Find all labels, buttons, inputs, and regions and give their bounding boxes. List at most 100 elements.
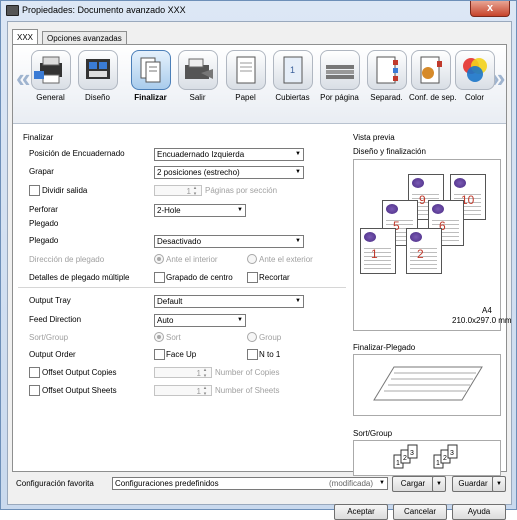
nav-papel[interactable]: Papel xyxy=(224,50,267,102)
window-title: Propiedades: Documento avanzado XXX xyxy=(22,5,186,15)
radio-ante-interior[interactable] xyxy=(154,254,164,264)
nav-cubiertas[interactable]: 1 Cubiertas xyxy=(271,50,314,102)
svg-text:3: 3 xyxy=(450,450,454,457)
section-plegado: Plegado xyxy=(29,219,59,228)
grapado-centro-checkbox[interactable] xyxy=(154,272,165,283)
label-offset-copies: Offset Output Copies xyxy=(42,368,117,377)
close-button[interactable]: x xyxy=(470,1,510,17)
favorite-modified-label: (modificada) xyxy=(328,479,373,488)
nav-cubiertas-label: Cubiertas xyxy=(275,93,310,102)
label-plegado: Plegado xyxy=(29,236,59,245)
posicion-select[interactable]: Encuadernado Izquierda xyxy=(154,148,304,161)
feed-direction-select[interactable]: Auto xyxy=(154,314,246,327)
nav-separad[interactable]: Separad. xyxy=(365,50,408,102)
save-button[interactable]: Guardar xyxy=(452,476,494,492)
load-dropdown-arrow[interactable]: ▼ xyxy=(432,476,446,492)
sort-preview: 1 2 3 1 2 3 xyxy=(353,440,501,476)
label-posicion: Posición de Encuadernado xyxy=(29,149,125,158)
output-tray-select[interactable]: Default xyxy=(154,295,304,308)
label-offset-sheets: Offset Output Sheets xyxy=(42,386,117,395)
separator-settings-icon xyxy=(410,50,451,90)
printer-properties-window: Propiedades: Documento avanzado XXX x XX… xyxy=(0,0,517,520)
help-button[interactable]: Ayuda xyxy=(452,504,506,520)
preview-page: 2 xyxy=(406,228,442,274)
layout-preview: 9 10 5 6 1 2 A4 210.0x297.0 mm xyxy=(353,159,512,331)
label-output-tray: Output Tray xyxy=(29,296,71,305)
label-recortar: Recortar xyxy=(259,273,290,282)
label-number-of-sheets: Number of Sheets xyxy=(215,386,280,395)
svg-text:3: 3 xyxy=(410,450,414,457)
label-number-of-copies: Number of Copies xyxy=(215,368,280,377)
nav-general[interactable]: General xyxy=(29,50,72,102)
svg-text:1: 1 xyxy=(436,460,440,467)
svg-text:2: 2 xyxy=(403,455,407,462)
nav-color-label: Color xyxy=(464,93,485,102)
nav-papel-label: Papel xyxy=(235,93,256,102)
tab-panel: « » General Diseño Finalizar Salir Papel… xyxy=(12,44,512,476)
radio-sort[interactable] xyxy=(154,332,164,342)
label-configuracion-favorita: Configuración favorita xyxy=(16,479,94,488)
grapar-select[interactable]: 2 posiciones (estrecho) xyxy=(154,166,304,179)
face-up-checkbox[interactable] xyxy=(154,349,165,360)
label-grapado-centro: Grapado de centro xyxy=(166,273,233,282)
offset-copies-checkbox[interactable] xyxy=(29,367,40,378)
finishing-settings: Finalizar Posición de Encuadernado Encua… xyxy=(18,129,346,465)
label-paginas-seccion: Páginas por sección xyxy=(205,186,278,195)
load-button[interactable]: Cargar xyxy=(392,476,434,492)
label-sort-group-preview: Sort/Group xyxy=(353,429,393,438)
section-finalizar: Finalizar xyxy=(23,133,54,142)
title-bar: Propiedades: Documento avanzado XXX x xyxy=(1,1,516,19)
favorite-config-select[interactable]: Configuraciones predefinidos (modificada… xyxy=(112,477,388,490)
perforar-select[interactable]: 2-Hole xyxy=(154,204,246,217)
nav-conf-sep[interactable]: Conf. de sep. xyxy=(409,50,457,102)
nav-salir-label: Salir xyxy=(189,93,206,102)
label-ante-interior: Ante el interior xyxy=(166,255,218,264)
divider xyxy=(18,287,346,288)
nav-diseno[interactable]: Diseño xyxy=(76,50,119,102)
label-detalles: Detalles de plegado múltiple xyxy=(29,273,130,282)
preview-page: 1 xyxy=(360,228,396,274)
radio-group[interactable] xyxy=(247,332,257,342)
svg-text:1: 1 xyxy=(290,65,295,75)
plegado-select[interactable]: Desactivado xyxy=(154,235,304,248)
nav-general-label: General xyxy=(36,93,65,102)
svg-text:1: 1 xyxy=(396,460,400,467)
label-output-order: Output Order xyxy=(29,350,76,359)
nav-por-pagina[interactable]: Por página xyxy=(318,50,361,102)
recortar-checkbox[interactable] xyxy=(247,272,258,283)
offset-sheets-checkbox[interactable] xyxy=(29,385,40,396)
cancel-button[interactable]: Cancelar xyxy=(393,504,447,520)
section-vista-previa: Vista previa xyxy=(353,133,395,142)
save-dropdown-arrow[interactable]: ▼ xyxy=(492,476,506,492)
radio-ante-exterior[interactable] xyxy=(247,254,257,264)
nav-color[interactable]: Color xyxy=(453,50,496,102)
dividir-spinner[interactable]: 1 xyxy=(154,185,202,197)
printer-icon xyxy=(30,50,71,90)
folding-diagram xyxy=(373,366,483,401)
nav-diseno-label: Diseño xyxy=(85,93,110,102)
label-face-up: Face Up xyxy=(166,350,197,359)
dividir-checkbox[interactable] xyxy=(29,185,40,196)
nav-finalizar[interactable]: Finalizar xyxy=(129,50,172,102)
paper-icon xyxy=(225,50,266,90)
separator-icon xyxy=(366,50,407,90)
finishing-icon xyxy=(130,50,171,90)
offset-sheets-spinner[interactable]: 1 xyxy=(154,385,212,397)
folding-preview xyxy=(353,354,501,416)
label-dividir: Dividir salida xyxy=(42,186,88,195)
label-finalizar-plegado: Finalizar-Plegado xyxy=(353,343,416,352)
n-to-1-checkbox[interactable] xyxy=(247,349,258,360)
nav-finalizar-label: Finalizar xyxy=(134,93,167,102)
label-diseno-finalizacion: Diseño y finalización xyxy=(353,147,426,156)
category-strip: « » General Diseño Finalizar Salir Papel… xyxy=(13,45,506,124)
offset-copies-spinner[interactable]: 1 xyxy=(154,367,212,379)
tab-xxx[interactable]: XXX xyxy=(12,29,39,45)
label-ante-exterior: Ante el exterior xyxy=(259,255,313,264)
ok-button[interactable]: Aceptar xyxy=(334,504,388,520)
layout-icon xyxy=(77,50,118,90)
nav-salir[interactable]: Salir xyxy=(176,50,219,102)
preview-pane: Vista previa Diseño y finalización 9 10 … xyxy=(349,129,512,476)
label-sort: Sort xyxy=(166,333,181,342)
cover-icon: 1 xyxy=(272,50,313,90)
tab-opciones-avanzadas[interactable]: Opciones avanzadas xyxy=(42,31,127,45)
